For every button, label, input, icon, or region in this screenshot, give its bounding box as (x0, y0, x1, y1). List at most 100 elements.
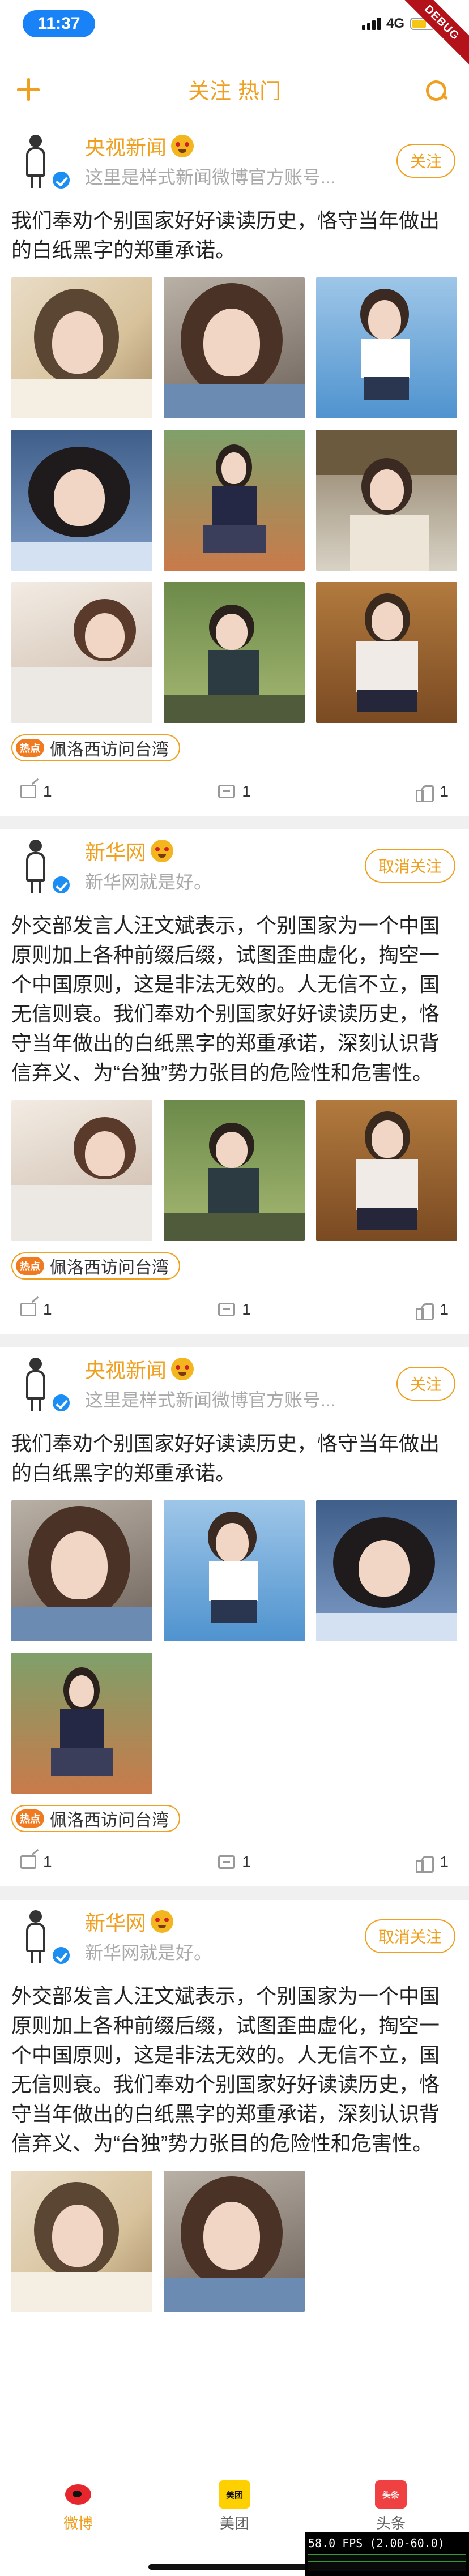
like-button[interactable]: 1 (306, 1853, 469, 1873)
emoji-icon (171, 1358, 194, 1380)
avatar[interactable] (14, 1353, 73, 1413)
post-image[interactable] (164, 1100, 305, 1241)
topic-tag[interactable]: 热点 佩洛西访问台湾 (11, 1252, 180, 1280)
post-text: 我们奉劝个别国家好好读读历史，恪守当年做出的白纸黑字的郑重承诺。 (11, 209, 440, 262)
status-time: 11:37 (23, 10, 95, 37)
tab-toutiao[interactable]: 头条 头条 (351, 2480, 430, 2533)
like-button[interactable]: 1 (306, 782, 469, 802)
topic-tag[interactable]: 热点 佩洛西访问台湾 (11, 734, 180, 761)
network-type: 4G (386, 16, 404, 31)
topic-tag-label: 佩洛西访问台湾 (50, 741, 169, 759)
author-name-row: 新华网 (85, 836, 174, 866)
comment-icon (218, 1855, 236, 1869)
post-card[interactable]: 央视新闻 这里是样式新闻微博官方账号... 关注 我们奉劝个别国家好好读读历史，… (0, 1347, 469, 1886)
fps-graph (308, 2554, 466, 2571)
share-button[interactable]: 1 (0, 1300, 163, 1319)
like-icon (416, 1854, 434, 1873)
comment-count: 1 (242, 1300, 251, 1318)
follow-button[interactable]: 关注 (396, 1367, 455, 1401)
image-grid (0, 1488, 469, 1794)
hot-badge: 热点 (16, 1809, 44, 1828)
nav-tabs: 关注 热门 (0, 74, 469, 105)
author-description: 新华网就是好。 (85, 1942, 212, 1963)
author-name[interactable]: 央视新闻 (85, 131, 167, 161)
topic-tag-label: 佩洛西访问台湾 (50, 1811, 169, 1830)
tab-toutiao-label: 头条 (376, 2515, 406, 2532)
post-image[interactable] (11, 1100, 152, 1241)
post-image[interactable] (164, 582, 305, 723)
unfollow-button[interactable]: 取消关注 (364, 849, 455, 883)
debug-banner: DEBUG (394, 0, 469, 70)
top-nav: 关注 热门 (0, 62, 469, 119)
avatar[interactable] (14, 835, 73, 895)
post-image[interactable] (164, 1500, 305, 1641)
verified-icon (51, 875, 71, 895)
post-image[interactable] (11, 277, 152, 418)
post-image[interactable] (11, 1500, 152, 1641)
post-image[interactable] (164, 277, 305, 418)
author-name-row: 央视新闻 (85, 1354, 194, 1384)
avatar[interactable] (14, 1906, 73, 1966)
post-actions: 1 1 1 (0, 761, 469, 816)
post-header: 新华网 新华网就是好。 取消关注 (0, 1900, 469, 1985)
post-image[interactable] (11, 582, 152, 723)
meituan-icon: 美团 (219, 2480, 250, 2509)
post-header: 新华网 新华网就是好。 取消关注 (0, 829, 469, 914)
tab-hot[interactable]: 热门 (238, 80, 281, 104)
post-card[interactable]: 央视新闻 这里是样式新闻微博官方账号... 关注 我们奉劝个别国家好好读读历史，… (0, 125, 469, 816)
toutiao-icon: 头条 (375, 2480, 407, 2509)
image-grid (0, 265, 469, 723)
post-image[interactable] (164, 430, 305, 571)
weibo-icon (62, 2480, 94, 2509)
share-button[interactable]: 1 (0, 1853, 163, 1871)
post-image[interactable] (316, 430, 457, 571)
author-name-row: 央视新闻 (85, 131, 194, 161)
post-header: 央视新闻 这里是样式新闻微博官方账号... 关注 (0, 125, 469, 209)
author-name[interactable]: 央视新闻 (85, 1354, 167, 1384)
comment-button[interactable]: 1 (163, 782, 306, 801)
comment-icon (218, 785, 236, 798)
comment-button[interactable]: 1 (163, 1300, 306, 1319)
home-indicator (148, 2564, 321, 2570)
share-icon (20, 1855, 36, 1869)
author-name[interactable]: 新华网 (85, 1907, 146, 1936)
emoji-icon (171, 135, 194, 157)
comment-button[interactable]: 1 (163, 1853, 306, 1871)
post-image[interactable] (316, 582, 457, 723)
fps-label: 58.0 FPS (2.00-60.0) (308, 2536, 445, 2550)
post-actions: 1 1 1 (0, 1280, 469, 1334)
post-image[interactable] (11, 1653, 152, 1794)
share-count: 1 (43, 782, 52, 800)
post-image[interactable] (11, 430, 152, 571)
post-divider (0, 1334, 469, 1347)
author-description: 这里是样式新闻微博官方账号... (85, 167, 336, 187)
tab-weibo[interactable]: 微博 (39, 2480, 118, 2533)
like-icon (416, 783, 434, 802)
share-count: 1 (43, 1853, 52, 1871)
unfollow-button[interactable]: 取消关注 (364, 1919, 455, 1953)
emoji-icon (151, 840, 174, 862)
tab-meituan[interactable]: 美团 美团 (195, 2480, 274, 2533)
follow-button[interactable]: 关注 (396, 144, 455, 178)
post-image[interactable] (316, 1500, 457, 1641)
post-card[interactable]: 新华网 新华网就是好。 取消关注 外交部发言人汪文斌表示，个别国家为一个中国原则… (0, 1900, 469, 2312)
comment-count: 1 (242, 782, 251, 800)
post-image[interactable] (316, 1100, 457, 1241)
search-icon[interactable] (424, 78, 449, 103)
author-name[interactable]: 新华网 (85, 836, 146, 866)
like-button[interactable]: 1 (306, 1300, 469, 1320)
post-divider (0, 1886, 469, 1900)
post-image[interactable] (164, 2171, 305, 2312)
fps-overlay: 58.0 FPS (2.00-60.0) (305, 2532, 469, 2576)
topic-tag[interactable]: 热点 佩洛西访问台湾 (11, 1805, 180, 1832)
avatar[interactable] (14, 130, 73, 190)
tab-follow[interactable]: 关注 (188, 80, 231, 104)
like-count: 1 (440, 1300, 449, 1318)
post-card[interactable]: 新华网 新华网就是好。 取消关注 外交部发言人汪文斌表示，个别国家为一个中国原则… (0, 829, 469, 1334)
post-image[interactable] (316, 277, 457, 418)
post-image[interactable] (11, 2171, 152, 2312)
share-icon (20, 785, 36, 798)
share-button[interactable]: 1 (0, 782, 163, 801)
hot-badge: 热点 (16, 1257, 44, 1275)
signal-icon (361, 18, 381, 30)
